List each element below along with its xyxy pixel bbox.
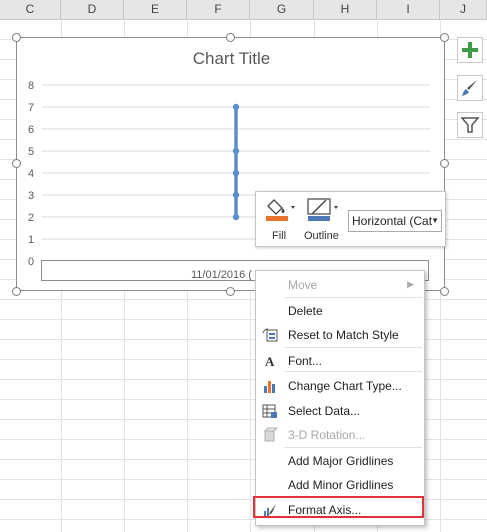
plus-icon [462,42,478,58]
column-header-d[interactable]: D [61,0,124,19]
menu-item-font[interactable]: A Font... [256,349,424,373]
y-tick-label: 0 [28,256,34,268]
data-point[interactable] [232,147,240,155]
svg-text:A: A [265,354,275,369]
chart-styles-button[interactable] [457,75,483,101]
resize-handle[interactable] [12,287,21,296]
data-point[interactable] [232,191,240,199]
menu-item-label: 3-D Rotation... [288,428,366,442]
resize-handle[interactable] [440,287,449,296]
column-header-i[interactable]: I [377,0,440,19]
menu-separator [284,297,422,298]
menu-item-reset-to-match-style[interactable]: Reset to Match Style [256,323,424,347]
menu-item-delete[interactable]: Delete [256,299,424,323]
menu-item-label: Delete [288,304,323,318]
data-point[interactable] [232,213,240,221]
column-header-row: C D E F G H I J [0,0,487,20]
outline-button[interactable]: Outline [302,196,344,244]
fill-bucket-icon [266,199,295,221]
chart-area[interactable]: Chart Title 876543210 [16,37,445,291]
menu-item-label: Change Chart Type... [288,379,402,393]
resize-handle[interactable] [226,287,235,296]
menu-separator [284,447,422,448]
menu-item-label: Add Minor Gridlines [288,478,394,492]
y-tick-label: 4 [28,168,34,180]
column-header-j[interactable]: J [440,0,487,19]
column-header-g[interactable]: G [250,0,314,19]
menu-item-label: Move [288,278,318,292]
data-point[interactable] [232,103,240,111]
menu-item-select-data[interactable]: Select Data... [256,399,424,423]
plot-area[interactable]: 8 7 6 5 4 3 2 1 0 [17,38,446,292]
format-mini-toolbar: Fill Outline Horizontal (Cat ▼ [255,191,446,247]
fill-label: Fill [272,230,287,242]
horizontal-axis-label[interactable]: 11/01/2016 ( [191,269,252,281]
menu-item-label: Select Data... [288,404,361,418]
chart-element-dropdown[interactable]: Horizontal (Cat ▼ [348,210,442,232]
filter-icon [460,117,480,133]
y-tick-label: 2 [28,212,34,224]
format-axis-highlight-box [253,496,424,518]
3d-rotation-icon [263,427,278,442]
menu-separator [284,347,422,348]
submenu-arrow-icon: ▶ [407,279,414,289]
outline-label: Outline [304,230,339,242]
select-data-icon [262,404,277,418]
y-tick-label: 1 [28,234,34,246]
menu-item-label: Font... [288,354,323,368]
pen-outline-icon [307,198,338,221]
resize-handle[interactable] [226,33,235,42]
chart-elements-button[interactable] [457,37,483,63]
menu-item-add-major-gridlines[interactable]: Add Major Gridlines [256,449,424,473]
reset-style-icon [262,328,278,342]
chart-element-value: Horizontal (Cat [352,214,433,228]
chevron-down-icon: ▼ [431,216,439,225]
menu-item-change-chart-type[interactable]: Change Chart Type... [256,374,424,398]
brush-icon [462,80,477,96]
column-header-c[interactable]: C [0,0,61,19]
resize-handle[interactable] [12,159,21,168]
fill-button[interactable]: Fill [262,196,298,244]
menu-item-move[interactable]: Move ▶ [256,273,424,297]
menu-item-3d-rotation[interactable]: 3-D Rotation... [256,423,424,447]
y-tick-label: 6 [28,124,34,136]
resize-handle[interactable] [440,33,449,42]
column-header-f[interactable]: F [187,0,250,19]
font-icon: A [265,354,275,369]
menu-separator [284,371,422,372]
context-menu: Move ▶ Delete Reset to Match Style A Fon… [255,270,425,526]
y-tick-label: 8 [28,80,34,92]
menu-item-label: Add Major Gridlines [288,454,394,468]
change-chart-type-icon [264,381,275,393]
menu-item-add-minor-gridlines[interactable]: Add Minor Gridlines [256,473,424,497]
y-tick-label: 5 [28,146,34,158]
column-header-h[interactable]: H [314,0,377,19]
menu-item-label: Reset to Match Style [288,328,399,342]
y-tick-label: 3 [28,190,34,202]
data-point[interactable] [232,169,240,177]
chart-filters-button[interactable] [457,112,483,138]
resize-handle[interactable] [440,159,449,168]
resize-handle[interactable] [12,33,21,42]
column-header-e[interactable]: E [124,0,187,19]
y-tick-label: 7 [28,102,34,114]
